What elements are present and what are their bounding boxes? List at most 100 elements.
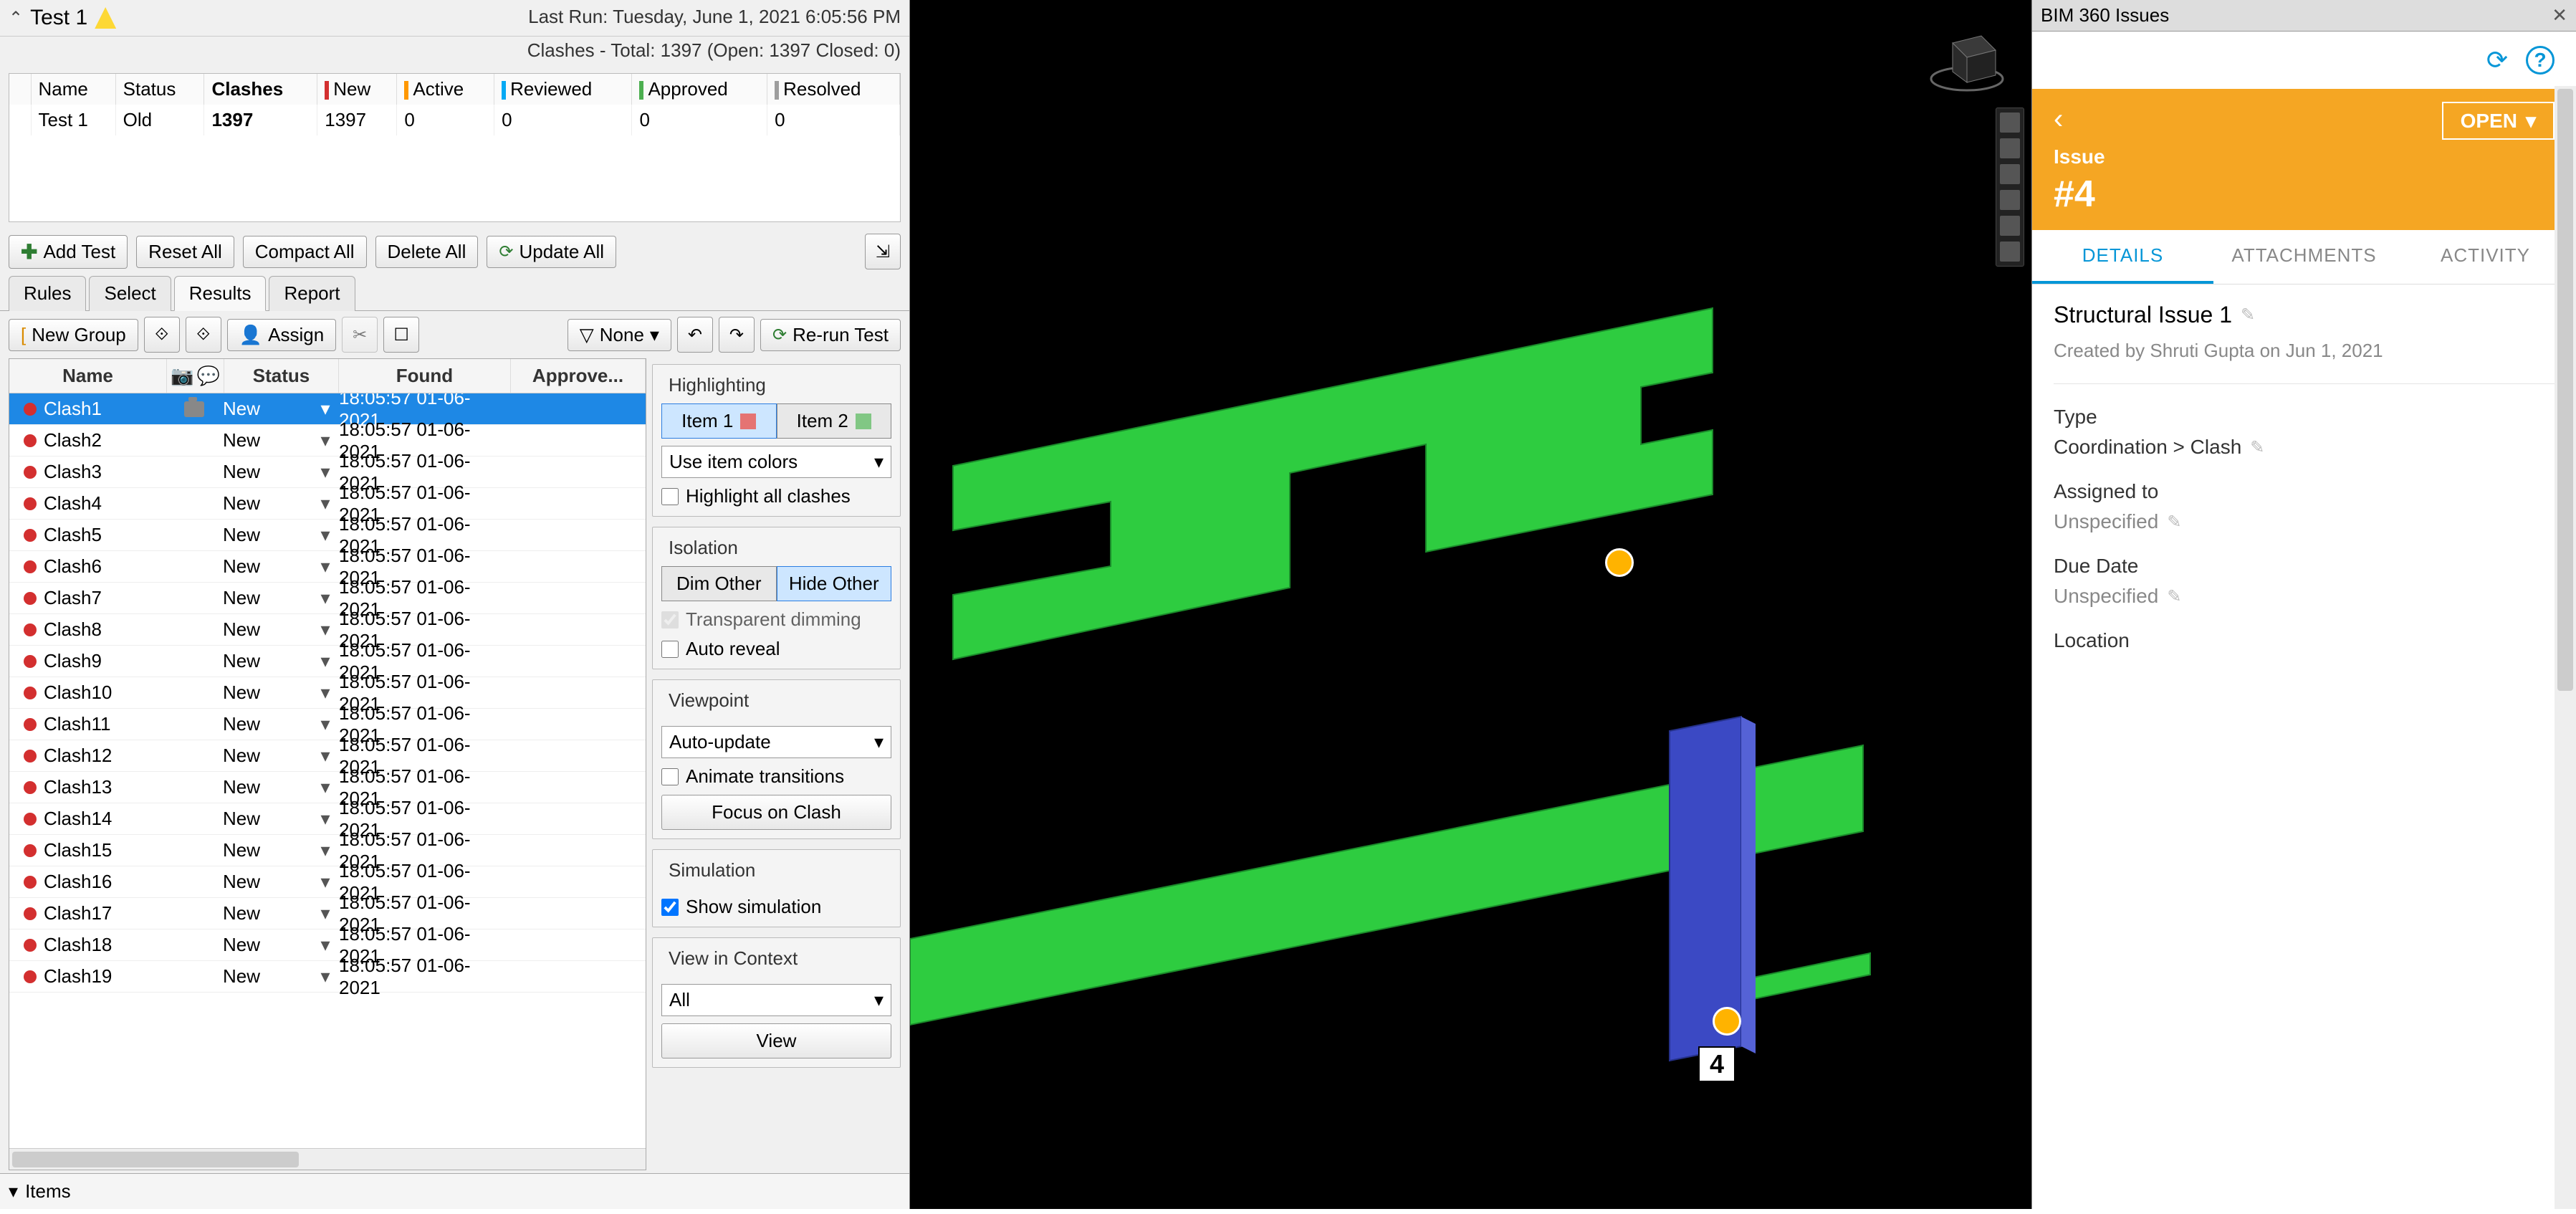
issue-pushpin-4[interactable] bbox=[1713, 1007, 1741, 1036]
status-dropdown-icon[interactable]: ▾ bbox=[316, 555, 335, 578]
clash-row[interactable]: Clash8New▾18:05:57 01-06-2021 bbox=[9, 614, 646, 646]
status-dropdown-icon[interactable]: ▾ bbox=[316, 902, 335, 924]
pencil-icon[interactable]: ✎ bbox=[2250, 437, 2264, 458]
tab-select[interactable]: Select bbox=[89, 276, 171, 311]
add-test-button[interactable]: ✚Add Test bbox=[9, 235, 128, 269]
clash-row[interactable]: Clash19New▾18:05:57 01-06-2021 bbox=[9, 961, 646, 993]
transparent-dim-check[interactable]: Transparent dimming bbox=[661, 608, 891, 631]
clash-row[interactable]: Clash6New▾18:05:57 01-06-2021 bbox=[9, 551, 646, 583]
assign-button[interactable]: 👤Assign bbox=[227, 319, 336, 351]
status-dropdown-icon[interactable]: ▾ bbox=[316, 713, 335, 735]
header-approved[interactable]: Approve... bbox=[511, 359, 646, 393]
dim-other-button[interactable]: Dim Other bbox=[661, 566, 777, 601]
collapse-icon[interactable]: ⌃ bbox=[9, 8, 23, 29]
show-sim-check[interactable]: Show simulation bbox=[661, 896, 891, 918]
status-dropdown-icon[interactable]: ▾ bbox=[316, 429, 335, 451]
results-body[interactable]: Clash1New▾18:05:57 01-06-2021Clash2New▾1… bbox=[9, 393, 646, 1148]
rerun-test-button[interactable]: ⟳Re-run Test bbox=[760, 319, 901, 351]
refresh-icon[interactable]: ⟳ bbox=[2483, 46, 2512, 75]
status-dropdown-icon[interactable]: ▾ bbox=[316, 398, 335, 420]
context-select[interactable]: All▾ bbox=[661, 984, 891, 1016]
nav-tool-4[interactable] bbox=[2000, 190, 2020, 210]
clash-row[interactable]: Clash15New▾18:05:57 01-06-2021 bbox=[9, 835, 646, 866]
compact-all-button[interactable]: Compact All bbox=[243, 236, 367, 268]
clash-row[interactable]: Clash2New▾18:05:57 01-06-2021 bbox=[9, 425, 646, 457]
tab-results[interactable]: Results bbox=[174, 276, 267, 311]
clash-row[interactable]: Clash11New▾18:05:57 01-06-2021 bbox=[9, 709, 646, 740]
none-dropdown[interactable]: ▽None▾ bbox=[568, 319, 671, 351]
header-status[interactable]: Status bbox=[224, 359, 339, 393]
clash-row[interactable]: Clash16New▾18:05:57 01-06-2021 bbox=[9, 866, 646, 898]
status-dropdown-icon[interactable]: ▾ bbox=[316, 461, 335, 483]
clash-row[interactable]: Clash4New▾18:05:57 01-06-2021 bbox=[9, 488, 646, 520]
nav-tool-5[interactable] bbox=[2000, 216, 2020, 236]
items-strip[interactable]: ▾ Items bbox=[0, 1173, 909, 1209]
tab-report[interactable]: Report bbox=[269, 276, 355, 311]
clash-row[interactable]: Clash7New▾18:05:57 01-06-2021 bbox=[9, 583, 646, 614]
status-dropdown-icon[interactable]: ▾ bbox=[316, 871, 335, 893]
item1-button[interactable]: Item 1 bbox=[661, 403, 777, 439]
undo-button[interactable]: ↶ bbox=[677, 317, 713, 353]
tab-rules[interactable]: Rules bbox=[9, 276, 86, 311]
clash-row[interactable]: Clash9New▾18:05:57 01-06-2021 bbox=[9, 646, 646, 677]
tab-activity[interactable]: ACTIVITY bbox=[2395, 230, 2576, 284]
nav-tool-1[interactable] bbox=[2000, 113, 2020, 133]
reset-all-button[interactable]: Reset All bbox=[136, 236, 234, 268]
issue-badge[interactable]: 4 bbox=[1698, 1046, 1735, 1082]
tab-attachments[interactable]: ATTACHMENTS bbox=[2213, 230, 2395, 284]
status-dropdown-icon[interactable]: ▾ bbox=[316, 650, 335, 672]
export-button[interactable]: ⇲ bbox=[865, 234, 901, 269]
animate-check[interactable]: Animate transitions bbox=[661, 765, 891, 788]
clash-row[interactable]: Clash1New▾18:05:57 01-06-2021 bbox=[9, 393, 646, 425]
new-group-button[interactable]: [New Group bbox=[9, 319, 138, 351]
highlight-all-check[interactable]: Highlight all clashes bbox=[661, 485, 891, 507]
nav-tool-2[interactable] bbox=[2000, 138, 2020, 158]
viewpoint-select[interactable]: Auto-update▾ bbox=[661, 726, 891, 758]
clash-row[interactable]: Clash18New▾18:05:57 01-06-2021 bbox=[9, 929, 646, 961]
auto-reveal-check[interactable]: Auto reveal bbox=[661, 638, 891, 660]
status-dropdown-icon[interactable]: ▾ bbox=[316, 934, 335, 956]
explode-button[interactable]: ✂ bbox=[342, 317, 378, 353]
status-dropdown-icon[interactable]: ▾ bbox=[316, 965, 335, 988]
pencil-icon[interactable]: ✎ bbox=[2167, 512, 2181, 532]
issue-pushpin-1[interactable] bbox=[1605, 548, 1634, 577]
help-icon[interactable]: ? bbox=[2526, 46, 2555, 75]
horizontal-scrollbar[interactable] bbox=[9, 1148, 646, 1170]
status-dropdown-icon[interactable]: ▾ bbox=[316, 745, 335, 767]
summary-data-row[interactable]: Test 1 Old 1397 1397 0 0 0 0 bbox=[9, 105, 900, 135]
tab-details[interactable]: DETAILS bbox=[2032, 230, 2213, 284]
clash-row[interactable]: Clash5New▾18:05:57 01-06-2021 bbox=[9, 520, 646, 551]
status-dropdown[interactable]: OPEN▾ bbox=[2442, 102, 2555, 140]
3d-viewer[interactable]: 4 bbox=[910, 0, 2031, 1209]
header-name[interactable]: Name bbox=[9, 359, 167, 393]
status-dropdown-icon[interactable]: ▾ bbox=[316, 524, 335, 546]
item-colors-select[interactable]: Use item colors▾ bbox=[661, 446, 891, 478]
viewer-canvas[interactable] bbox=[910, 0, 2031, 1209]
clash-row[interactable]: Clash3New▾18:05:57 01-06-2021 bbox=[9, 457, 646, 488]
nav-tool-6[interactable] bbox=[2000, 242, 2020, 262]
filter-button[interactable]: ☐ bbox=[383, 317, 419, 353]
close-icon[interactable]: ✕ bbox=[2552, 4, 2567, 27]
item2-button[interactable]: Item 2 bbox=[777, 403, 892, 439]
clash-row[interactable]: Clash14New▾18:05:57 01-06-2021 bbox=[9, 803, 646, 835]
header-found[interactable]: Found bbox=[339, 359, 511, 393]
clash-row[interactable]: Clash13New▾18:05:57 01-06-2021 bbox=[9, 772, 646, 803]
status-dropdown-icon[interactable]: ▾ bbox=[316, 808, 335, 830]
clash-row[interactable]: Clash12New▾18:05:57 01-06-2021 bbox=[9, 740, 646, 772]
group-tool-1[interactable]: ⟐ bbox=[144, 317, 180, 353]
vertical-scrollbar[interactable] bbox=[2555, 86, 2576, 1209]
nav-tool-3[interactable] bbox=[2000, 164, 2020, 184]
pencil-icon[interactable]: ✎ bbox=[2241, 305, 2255, 325]
view-button[interactable]: View bbox=[661, 1023, 891, 1058]
status-dropdown-icon[interactable]: ▾ bbox=[316, 839, 335, 861]
group-tool-2[interactable]: ⟐ bbox=[186, 317, 221, 353]
redo-button[interactable]: ↷ bbox=[719, 317, 755, 353]
hide-other-button[interactable]: Hide Other bbox=[777, 566, 892, 601]
status-dropdown-icon[interactable]: ▾ bbox=[316, 587, 335, 609]
update-all-button[interactable]: ⟳Update All bbox=[487, 236, 616, 268]
pencil-icon[interactable]: ✎ bbox=[2167, 586, 2181, 607]
status-dropdown-icon[interactable]: ▾ bbox=[316, 492, 335, 515]
clash-row[interactable]: Clash17New▾18:05:57 01-06-2021 bbox=[9, 898, 646, 929]
view-cube[interactable] bbox=[1924, 14, 2010, 100]
header-icons[interactable]: 📷💬 bbox=[167, 359, 224, 393]
